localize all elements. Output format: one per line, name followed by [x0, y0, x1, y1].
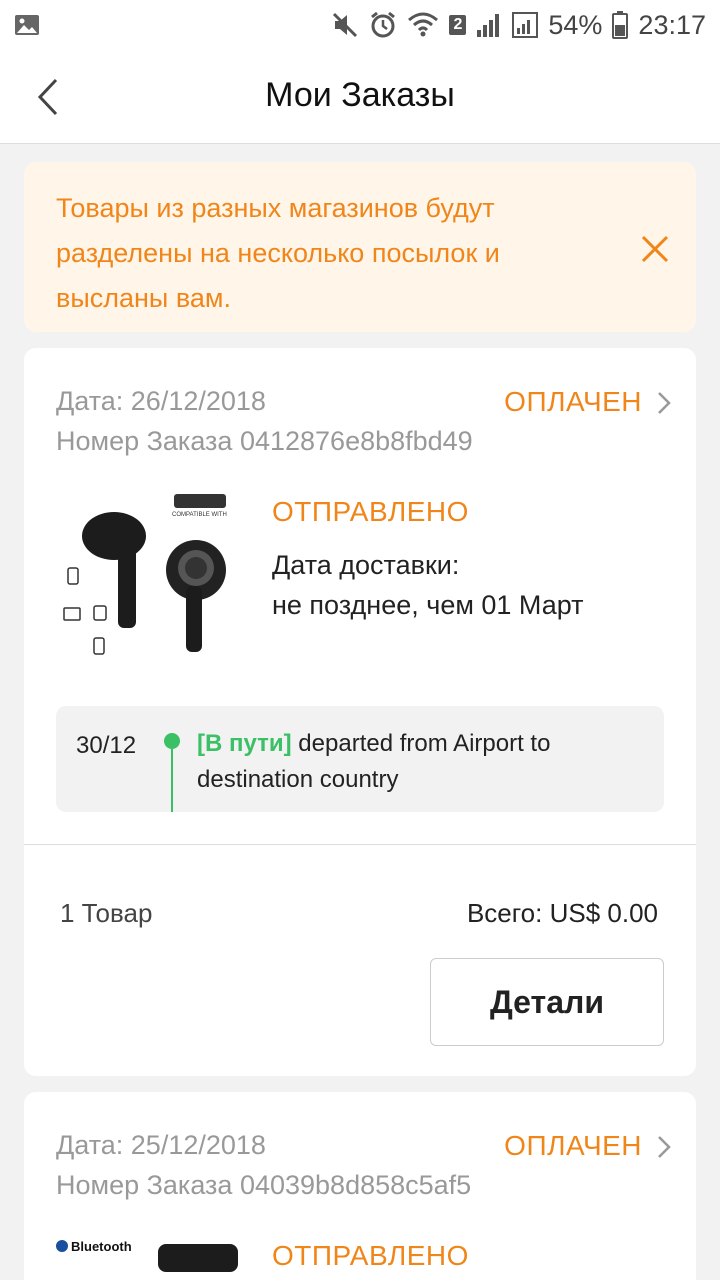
order-date: Дата: 26/12/2018: [56, 386, 266, 416]
status-bar: 2 54% 23:17: [0, 0, 720, 50]
battery-icon: [612, 11, 629, 39]
split-shipment-notice: Товары из разных магазинов будут разделе…: [24, 162, 696, 332]
shipping-status: ОТПРАВЛЕНО: [272, 496, 469, 527]
page-title: Мои Заказы: [265, 76, 455, 114]
shipping-status: ОТПРАВЛЕНО: [272, 1240, 469, 1271]
tracking-summary[interactable]: 30/12 [В пути] departed from Airport to …: [56, 706, 664, 812]
tracking-status-dot: [164, 733, 180, 749]
mute-icon: [333, 12, 358, 38]
signal-icon-2: [512, 12, 539, 38]
details-button[interactable]: Детали: [430, 958, 664, 1046]
order-total: Всего: US$ 0.00: [466, 898, 658, 928]
notice-text: Товары из разных магазинов будут разделе…: [56, 193, 500, 313]
delivery-date-value: не позднее, чем 01 Март: [272, 590, 584, 620]
order-card[interactable]: Дата: 25/12/2018 Номер Заказа 04039b8d85…: [24, 1092, 696, 1280]
order-number: Номер Заказа 0412876e8b8fbd49: [56, 426, 473, 456]
sim-badge: 2: [449, 15, 467, 35]
chevron-right-icon[interactable]: [656, 1134, 672, 1160]
compatible-with-label: COMPATIBLE WITH: [172, 512, 227, 518]
signal-icon: [477, 14, 500, 37]
order-card[interactable]: Дата: 26/12/2018 Номер Заказа 0412876e8b…: [24, 348, 696, 1076]
product-image-bluetooth[interactable]: Bluetooth: [56, 1232, 240, 1272]
app-header: Мои Заказы: [0, 50, 720, 144]
tracking-date: 30/12: [76, 732, 137, 759]
clock: 23:17: [638, 9, 706, 40]
order-date: Дата: 25/12/2018: [56, 1130, 266, 1160]
item-count: 1 Товар: [60, 898, 153, 928]
chevron-right-icon[interactable]: [656, 390, 672, 416]
divider: [24, 844, 696, 845]
close-icon[interactable]: [638, 232, 672, 266]
order-number: Номер Заказа 04039b8d858c5af5: [56, 1170, 472, 1200]
order-status[interactable]: ОПЛАЧЕН: [504, 1130, 642, 1162]
order-status[interactable]: ОПЛАЧЕН: [504, 386, 642, 418]
product-image-earbuds[interactable]: COMPATIBLE WITH: [56, 488, 240, 676]
tracking-timeline-line: [171, 749, 173, 812]
wifi-icon: [408, 12, 439, 37]
alarm-icon: [371, 11, 396, 38]
tracking-text: [В пути] departed from Airport to destin…: [197, 726, 637, 798]
delivery-date-label: Дата доставки:: [272, 550, 460, 580]
bluetooth-label: Bluetooth: [71, 1239, 132, 1254]
image-icon: [15, 15, 39, 35]
tracking-tag: [В пути]: [197, 730, 292, 757]
battery-percent: 54%: [548, 9, 603, 40]
